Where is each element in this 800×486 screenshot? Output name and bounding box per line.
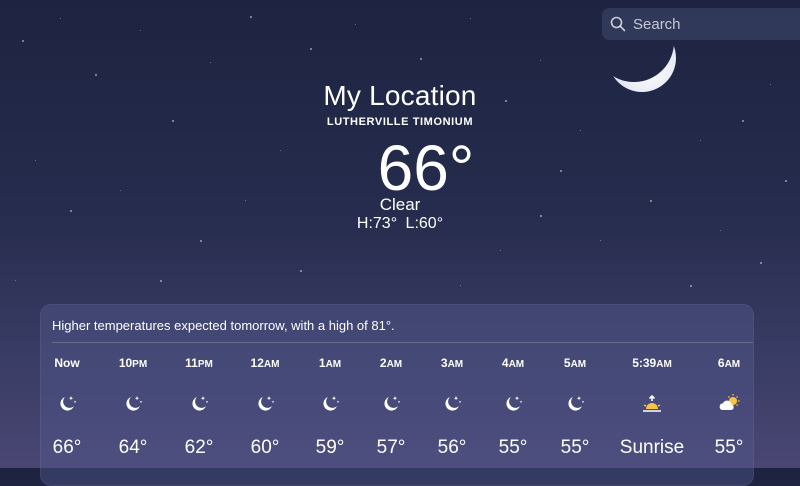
hour-meridiem: AM [656,359,672,370]
hour-label: 5:39AM [617,356,687,370]
hour-label: 10PM [98,356,168,370]
hour-label: 6AM [694,356,764,370]
hour-meridiem: AM [570,359,587,370]
moon-stars-icon [441,393,463,415]
hour-temperature: 55° [714,437,744,458]
hour-label: 2AM [356,356,426,370]
hour-meridiem: PM [132,359,148,370]
hour-label: 3AM [417,356,487,370]
moon-stars-icon [564,393,586,415]
location-subtitle: LUTHERVILLE TIMONIUM [326,116,474,128]
hour-meridiem: AM [724,359,741,370]
hour-meridiem: AM [325,359,342,370]
current-condition: Clear [379,195,421,214]
hour-meridiem: AM [508,359,525,370]
hour-label: 12AM [230,356,300,370]
hour-temperature: 60° [250,437,280,458]
hour-time: 10 [118,356,133,370]
hour-time: 5 [563,356,571,370]
hour-meridiem: AM [263,359,280,370]
hour-time: 2 [379,356,387,370]
hour-time: Now [54,356,80,370]
hour-time: 3 [440,356,448,370]
partly-cloudy-sun-icon [718,393,740,415]
hourly-forecast-row: Now 66° 10PM 64° 11PM 62° 12AM 60° 1AM 59° 2AM 57° 3… [41,305,753,485]
search-field[interactable]: Search [602,8,800,40]
moon-stars-icon [502,393,524,415]
sunrise-icon [641,393,663,415]
hour-temperature: Sunrise [619,437,685,458]
moon-stars-icon [122,393,144,415]
hour-temperature: 55° [498,437,528,458]
hour-temperature: 57° [376,437,406,458]
hour-label: 4AM [478,356,548,370]
hour-time: 11 [185,356,198,370]
hour-time: 4 [501,356,509,370]
high-low-temperature: H:73° L:60° [356,215,444,232]
hour-label: 1AM [295,356,365,370]
hour-time: 12 [250,356,264,370]
hour-time: 1 [318,356,326,370]
moon-stars-icon [56,393,78,415]
moon-stars-icon [319,393,341,415]
hour-label: Now [32,356,102,370]
hour-time: 6 [717,356,725,370]
search-placeholder: Search [633,15,681,33]
location-title: My Location [323,80,477,111]
hour-temperature: 55° [560,437,590,458]
moon-stars-icon [254,393,276,415]
moon-stars-icon [380,393,402,415]
search-icon [610,16,626,32]
hour-temperature: 64° [118,437,148,458]
hour-meridiem: AM [386,359,403,370]
hour-temperature: 59° [315,437,345,458]
hour-temperature: 66° [52,437,82,458]
hour-time: 5:39 [632,356,657,370]
hourly-forecast-card[interactable]: Higher temperatures expected tomorrow, w… [40,304,754,486]
hour-meridiem: PM [197,359,213,370]
hour-temperature: 62° [184,437,214,458]
hour-label: 11PM [164,356,234,370]
moon-stars-icon [188,393,210,415]
hour-meridiem: AM [447,359,464,370]
hour-label: 5AM [540,356,610,370]
hour-temperature: 56° [437,437,467,458]
